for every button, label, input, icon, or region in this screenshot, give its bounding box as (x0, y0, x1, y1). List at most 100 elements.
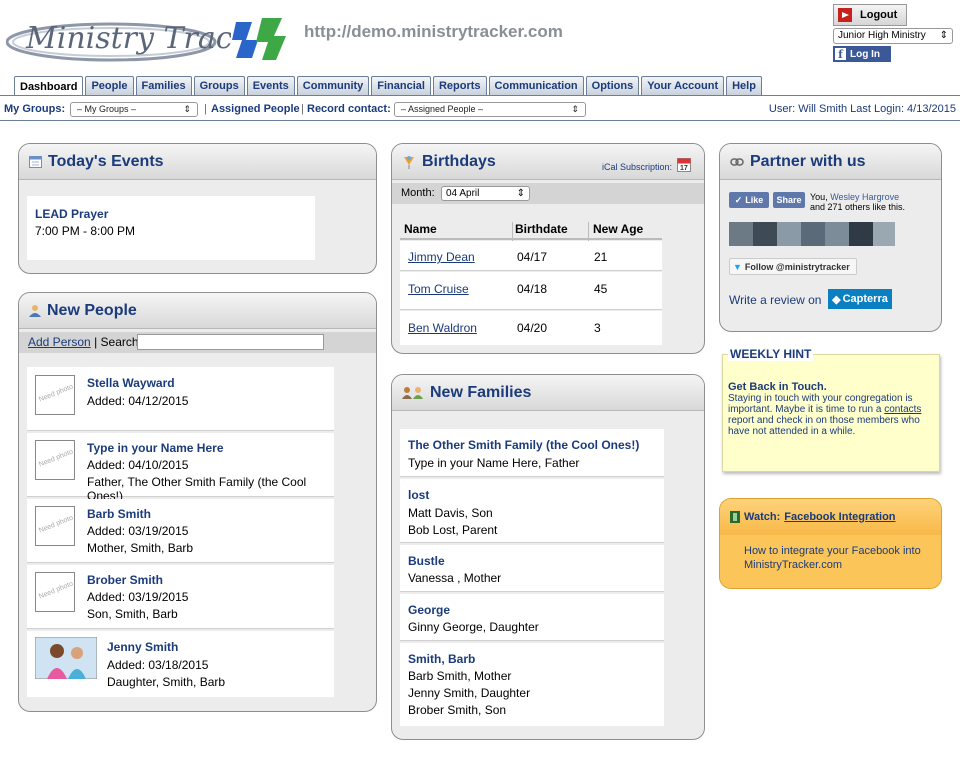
family-name[interactable]: lost (408, 488, 429, 502)
birthday-name[interactable]: Ben Waldron (408, 321, 477, 335)
select-arrow-icon: ⇕ (571, 104, 579, 114)
facebook-like-button[interactable]: ✓ Like (729, 192, 769, 208)
event-item[interactable]: LEAD Prayer 7:00 PM - 8:00 PM (27, 196, 315, 260)
tab-communication[interactable]: Communication (488, 76, 584, 95)
person-name[interactable]: Stella Wayward (87, 376, 175, 390)
assigned-people-link[interactable]: Assigned People (211, 103, 300, 115)
birthday-age: 3 (594, 321, 601, 335)
family-name[interactable]: The Other Smith Family (the Cool Ones!) (408, 438, 639, 452)
person-added: Added: 03/18/2015 (107, 658, 209, 672)
capterra-badge[interactable]: ◆ Capterra (828, 289, 892, 309)
link-icon (730, 157, 744, 166)
person-name[interactable]: Jenny Smith (107, 640, 178, 654)
search-label: | Search: (94, 335, 142, 349)
need-photo-placeholder[interactable]: Need photo (35, 572, 75, 612)
my-groups-select-value: – My Groups – (77, 104, 137, 114)
weekly-hint-panel: WEEKLY HINT Get Back in Touch. Staying i… (722, 347, 940, 472)
logout-button[interactable]: Logout (833, 4, 907, 26)
list-item[interactable]: The Other Smith Family (the Cool Ones!) … (400, 429, 664, 477)
like-others: and 271 others like this. (810, 202, 906, 212)
person-photo[interactable] (35, 637, 97, 679)
partner-title: Partner with us (750, 152, 866, 170)
month-select[interactable]: 04 April ⇕ (441, 186, 530, 201)
todays-events-header: Today's Events (19, 144, 376, 180)
tab-groups[interactable]: Groups (193, 76, 245, 95)
birthday-name[interactable]: Jimmy Dean (408, 250, 475, 264)
ical-subscription-label: iCal Subscription: (601, 162, 672, 172)
person-name[interactable]: Brober Smith (87, 573, 163, 587)
tab-people[interactable]: People (85, 76, 134, 95)
list-item[interactable]: Bustle Vanessa , Mother (400, 545, 664, 592)
my-groups-select[interactable]: – My Groups – ⇕ (70, 102, 198, 117)
event-name[interactable]: LEAD Prayer (35, 207, 108, 221)
partner-header: Partner with us (720, 144, 941, 180)
person-name[interactable]: Barb Smith (87, 507, 151, 521)
family-name[interactable]: Smith, Barb (408, 652, 475, 666)
list-item[interactable]: Need photo Stella Wayward Added: 04/12/2… (27, 367, 334, 431)
list-item[interactable]: Need photo Type in your Name Here Added:… (27, 433, 334, 503)
search-input[interactable] (137, 334, 324, 350)
tab-dashboard[interactable]: Dashboard (14, 76, 84, 96)
month-select-value: 04 April (446, 188, 480, 199)
list-item[interactable]: Need photo Barb Smith Added: 03/19/2015 … (27, 499, 334, 563)
friend-photos[interactable] (729, 222, 895, 246)
partner-panel: Partner with us ✓ Like Share You, Wesley … (719, 143, 942, 332)
friend-link[interactable]: Wesley Hargrove (830, 192, 899, 202)
ministry-select[interactable]: Junior High Ministry ⇕ (833, 28, 953, 44)
calendar-icon (29, 156, 42, 168)
film-icon (730, 511, 740, 523)
ministry-tracker-logo[interactable]: Ministry Tracker (6, 8, 231, 66)
birthdays-header: Birthdays iCal Subscription: 17 (392, 144, 704, 180)
family-name[interactable]: Bustle (408, 554, 445, 568)
need-photo-placeholder[interactable]: Need photo (35, 506, 75, 546)
weekly-hint-text: Staying in touch with your congregation … (728, 393, 922, 437)
facebook-share-button[interactable]: Share (773, 192, 805, 208)
list-item[interactable]: lost Matt Davis, Son Bob Lost, Parent (400, 479, 664, 543)
record-contact-select[interactable]: – Assigned People – ⇕ (394, 102, 586, 117)
contacts-link[interactable]: contacts (884, 404, 921, 415)
tab-your-account[interactable]: Your Account (641, 76, 725, 95)
tab-families[interactable]: Families (135, 76, 192, 95)
birthday-name[interactable]: Tom Cruise (408, 282, 469, 296)
facebook-login-button[interactable]: f Log In (833, 46, 891, 62)
list-item[interactable]: Smith, Barb Barb Smith, Mother Jenny Smi… (400, 643, 664, 726)
family-member: Type in your Name Here, Father (408, 456, 580, 470)
need-photo-placeholder[interactable]: Need photo (35, 375, 75, 415)
write-review-label: Write a review on (729, 293, 822, 307)
table-row[interactable]: Jimmy Dean 04/17 21 (400, 241, 662, 271)
list-item[interactable]: Need photo Brober Smith Added: 03/19/201… (27, 565, 334, 629)
birthdays-table-header: Name Birthdate New Age (400, 218, 662, 244)
list-item[interactable]: George Ginny George, Daughter (400, 594, 664, 641)
need-photo-placeholder[interactable]: Need photo (35, 440, 75, 480)
tab-options[interactable]: Options (585, 76, 640, 95)
person-relation: Daughter, Smith, Barb (107, 675, 226, 689)
list-item[interactable]: Jenny Smith Added: 03/18/2015 Daughter, … (27, 631, 334, 697)
tab-community[interactable]: Community (296, 76, 370, 95)
ical-icon[interactable]: 17 (677, 158, 691, 172)
watch-header: Watch: Facebook Integration (720, 499, 941, 535)
tab-help[interactable]: Help (726, 76, 762, 95)
add-person-link[interactable]: Add Person (28, 335, 91, 349)
table-row[interactable]: Tom Cruise 04/18 45 (400, 272, 662, 310)
person-added: Added: 04/10/2015 (87, 458, 189, 472)
tab-reports[interactable]: Reports (432, 76, 487, 95)
table-row[interactable]: Ben Waldron 04/20 3 (400, 311, 662, 345)
tab-divider (0, 95, 960, 96)
weekly-hint-title: WEEKLY HINT (728, 347, 814, 361)
twitter-icon: ▼ (733, 261, 742, 272)
family-icon (402, 387, 423, 399)
person-name[interactable]: Type in your Name Here (87, 441, 224, 455)
facebook-integration-link[interactable]: Facebook Integration (784, 511, 895, 523)
svg-text:17: 17 (680, 165, 688, 172)
person-added: Added: 03/19/2015 (87, 524, 189, 538)
site-url: http://demo.ministrytracker.com (304, 22, 563, 41)
twitter-follow-button[interactable]: ▼ Follow @ministrytracker (729, 258, 857, 275)
like-summary: You, Wesley Hargrove and 271 others like … (810, 192, 940, 212)
header: Ministry Tracker http://demo.ministrytra… (0, 0, 960, 72)
thumbs-up-icon: ✓ (734, 194, 743, 205)
logo-mark-icon (232, 18, 286, 60)
tab-financial[interactable]: Financial (371, 76, 431, 95)
family-name[interactable]: George (408, 603, 450, 617)
main-tabs: Dashboard People Families Groups Events … (14, 76, 762, 96)
tab-events[interactable]: Events (246, 76, 295, 95)
